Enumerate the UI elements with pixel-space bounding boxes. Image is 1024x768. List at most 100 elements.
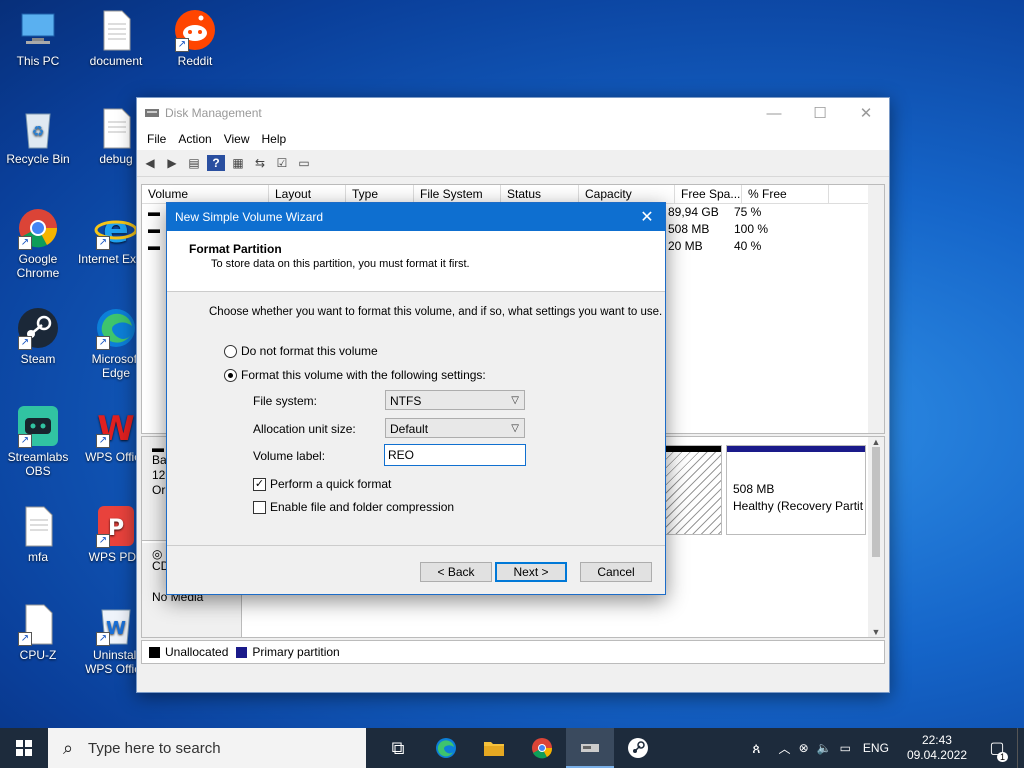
disk-management-icon <box>145 109 159 117</box>
desktop-icon-document[interactable]: document <box>78 8 154 68</box>
radio-button[interactable] <box>224 369 237 383</box>
radio-button[interactable] <box>224 345 237 359</box>
desktop-icon-google-chrome[interactable]: ↗ Google Chrome <box>0 206 76 280</box>
volume-label-label: Volume label: <box>253 449 326 463</box>
recycle-bin-icon: ♻ <box>16 106 60 150</box>
wizard-heading: Format Partition <box>189 242 282 256</box>
chevron-down-icon: ▽ <box>511 395 519 406</box>
people-icon[interactable]: ጰ <box>748 740 764 757</box>
checkbox-label: Enable file and folder compression <box>270 500 455 514</box>
desktop-icon-label: Recycle Bin <box>6 152 70 166</box>
file-system-label: File system: <box>253 394 318 408</box>
wizard-body: Choose whether you want to format this v… <box>167 292 665 544</box>
document-icon <box>94 106 138 150</box>
checkbox[interactable] <box>253 501 266 515</box>
show-desktop-button[interactable] <box>1017 728 1024 768</box>
volume-icon[interactable]: 🔈 <box>813 741 836 755</box>
desktop-icon-label: Google Chrome <box>16 252 60 280</box>
desktop-icon-recycle-bin[interactable]: ♻ Recycle Bin <box>0 106 76 166</box>
title-bar[interactable]: Disk Management — ☐ ✕ <box>137 98 889 128</box>
cancel-button[interactable]: Cancel <box>580 562 652 582</box>
next-button[interactable]: Next > <box>495 562 567 582</box>
back-arrow-icon[interactable]: ◀ <box>141 155 159 171</box>
recovery-partition[interactable]: 508 MB Healthy (Recovery Partit <box>726 445 866 535</box>
chevron-up-icon[interactable]: ︿ <box>765 740 795 757</box>
desktop-icon-cpu-z[interactable]: ↗ CPU-Z <box>0 602 76 662</box>
desktop-icon-mfa[interactable]: mfa <box>0 504 76 564</box>
details-icon[interactable]: ▭ <box>295 155 313 171</box>
network-icon[interactable]: ⊗ <box>795 741 813 755</box>
file-explorer-icon[interactable] <box>470 728 518 768</box>
column-free-space[interactable]: Free Spa... <box>675 185 742 203</box>
edge-taskbar-icon[interactable] <box>422 728 470 768</box>
compression-checkbox[interactable]: Enable file and folder compression <box>253 500 455 515</box>
close-button[interactable]: ✕ <box>843 98 889 128</box>
wizard-title: New Simple Volume Wizard <box>175 210 324 224</box>
column-volume[interactable]: Volume <box>142 185 269 203</box>
column-capacity[interactable]: Capacity <box>579 185 675 203</box>
properties-icon[interactable]: ▦ <box>229 155 247 171</box>
allocation-unit-select[interactable]: Default ▽ <box>385 418 525 438</box>
help-icon[interactable]: ? <box>207 155 225 171</box>
document-icon: ↗ <box>16 602 60 646</box>
column-layout[interactable]: Layout <box>269 185 346 203</box>
minimize-button[interactable]: — <box>751 98 797 128</box>
menu-help[interactable]: Help <box>256 132 293 146</box>
connect-icon[interactable]: ⇆ <box>251 155 269 171</box>
volume-label-value: REO <box>388 448 415 462</box>
percent-free-cell: 40 % <box>734 239 762 253</box>
close-icon[interactable]: ✕ <box>629 207 665 227</box>
clock[interactable]: 22:43 09.04.2022 <box>897 733 977 763</box>
search-box[interactable]: ⌕ Type here to search <box>48 728 366 768</box>
forward-arrow-icon[interactable]: ▶ <box>163 155 181 171</box>
checklist-icon[interactable]: ☑ <box>273 155 291 171</box>
partition-block[interactable] <box>662 445 722 535</box>
vertical-scrollbar[interactable] <box>868 185 884 433</box>
wps-pdf-icon: P ↗ <box>94 504 138 548</box>
free-space-cell: 89,94 GB <box>668 205 719 219</box>
checkbox[interactable]: ✓ <box>253 478 266 492</box>
date: 09.04.2022 <box>906 748 967 762</box>
column-file-system[interactable]: File System <box>414 185 501 203</box>
reddit-icon: ↗ <box>173 8 217 52</box>
start-button[interactable] <box>0 728 48 768</box>
desktop-icon-label: Steam <box>20 352 56 366</box>
desktop-icon-reddit[interactable]: ↗ Reddit <box>157 8 233 68</box>
chrome-taskbar-icon[interactable] <box>518 728 566 768</box>
console-tree-icon[interactable]: ▤ <box>185 155 203 171</box>
search-icon: ⌕ <box>62 737 74 758</box>
recovery-size: 508 MB <box>733 482 775 496</box>
radio-format[interactable]: Format this volume with the following se… <box>224 368 486 383</box>
desktop-icon-this-pc[interactable]: This PC <box>0 8 76 68</box>
vertical-scrollbar[interactable]: ▲ ▼ <box>868 437 884 637</box>
steam-taskbar-icon[interactable] <box>614 728 662 768</box>
new-simple-volume-wizard: New Simple Volume Wizard ✕ Format Partit… <box>166 202 666 595</box>
notification-count: 1 <box>997 752 1009 762</box>
quick-format-checkbox[interactable]: ✓ Perform a quick format <box>253 477 391 492</box>
notification-center[interactable]: ▢ 1 <box>977 738 1017 762</box>
menu-action[interactable]: Action <box>172 132 217 146</box>
back-button[interactable]: < Back <box>420 562 492 582</box>
column-status[interactable]: Status <box>501 185 579 203</box>
display-icon[interactable]: ▭ <box>836 741 855 755</box>
task-view-icon[interactable]: ⧉ <box>374 728 422 768</box>
desktop-icon-label: CPU-Z <box>19 648 57 662</box>
wizard-subheading: To store data on this partition, you mus… <box>211 258 470 270</box>
toolbar: ◀ ▶ ▤ ? ▦ ⇆ ☑ ▭ <box>137 150 889 177</box>
svg-text:P: P <box>108 516 124 541</box>
column-percent-free[interactable]: % Free <box>742 185 829 203</box>
recovery-status: Healthy (Recovery Partit <box>733 499 864 513</box>
maximize-button[interactable]: ☐ <box>797 98 843 128</box>
wizard-header: Format Partition To store data on this p… <box>167 231 665 292</box>
desktop-icon-streamlabs-obs[interactable]: ↗ Streamlabs OBS <box>0 404 76 478</box>
menu-view[interactable]: View <box>218 132 256 146</box>
menu-file[interactable]: File <box>141 132 172 146</box>
radio-do-not-format[interactable]: Do not format this volume <box>224 344 378 359</box>
desktop-icon-steam[interactable]: ↗ Steam <box>0 306 76 366</box>
disk-management-taskbar-icon[interactable] <box>566 728 614 768</box>
wizard-title-bar[interactable]: New Simple Volume Wizard ✕ <box>167 203 665 231</box>
language-indicator[interactable]: ENG <box>855 741 897 755</box>
volume-label-input[interactable]: REO <box>384 444 526 466</box>
column-type[interactable]: Type <box>346 185 414 203</box>
file-system-select[interactable]: NTFS ▽ <box>385 390 525 410</box>
